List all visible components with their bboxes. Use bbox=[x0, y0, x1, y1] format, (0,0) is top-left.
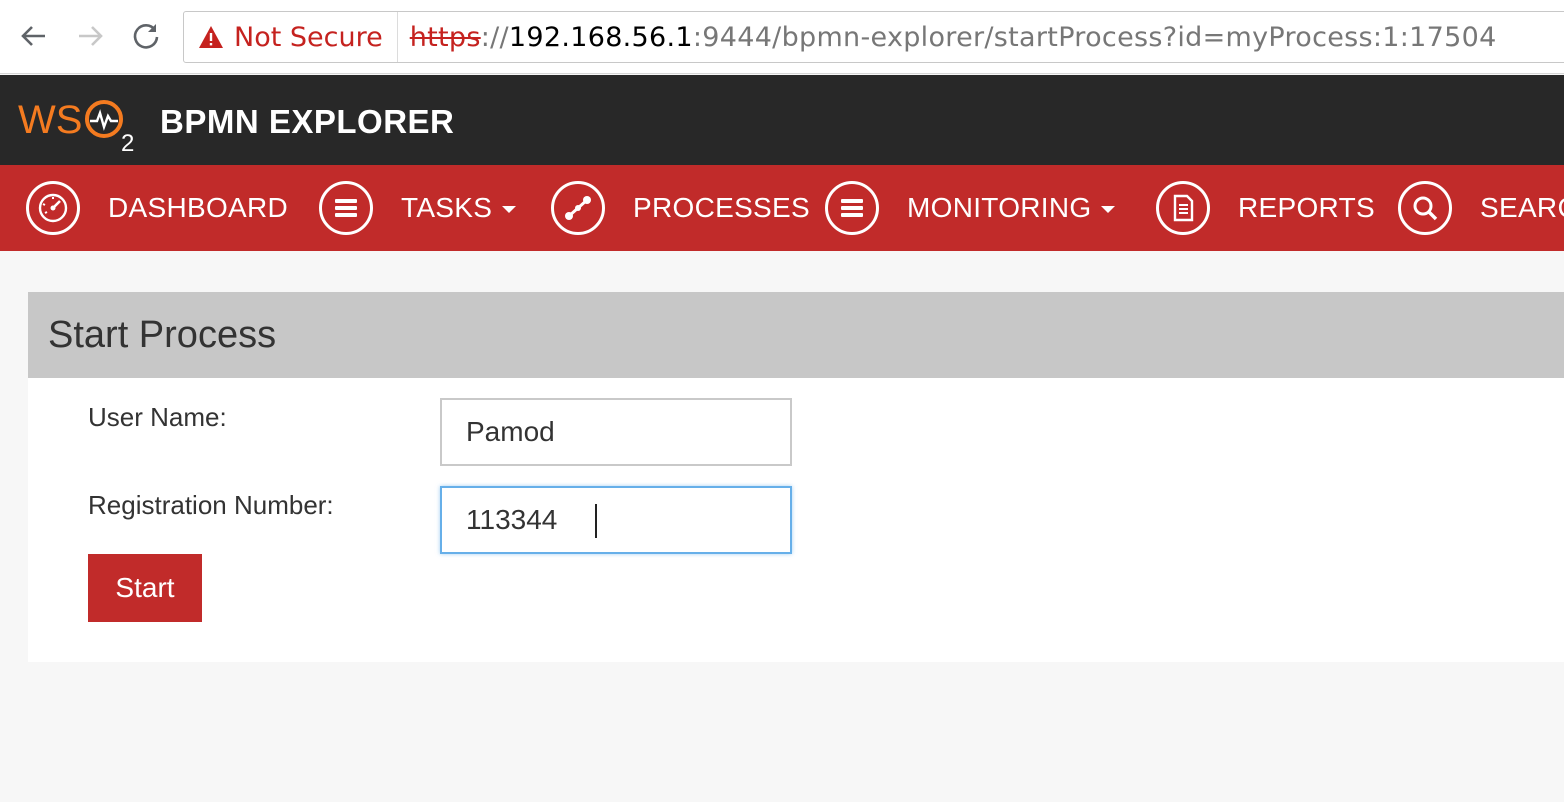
url-scheme: https bbox=[409, 21, 481, 53]
search-icon bbox=[1398, 181, 1452, 235]
start-button[interactable]: Start bbox=[88, 554, 202, 622]
start-process-panel: Start Process User Name: Registration Nu… bbox=[28, 292, 1564, 662]
reload-icon bbox=[133, 24, 159, 49]
panel-heading: Start Process bbox=[28, 292, 1564, 378]
nav-label-search: SEARC bbox=[1480, 192, 1564, 223]
list-icon bbox=[319, 181, 373, 235]
nav-label-monitoring-text: MONITORING bbox=[907, 192, 1092, 223]
process-icon bbox=[551, 181, 605, 235]
nav-label-processes: PROCESSES bbox=[633, 192, 810, 223]
url-text[interactable]: https://192.168.56.1:9444/bpmn-explorer/… bbox=[398, 22, 1497, 53]
registration-number-input[interactable] bbox=[440, 486, 792, 554]
nav-label-dashboard: DASHBOARD bbox=[108, 192, 289, 223]
nav-item-search[interactable]: SEARC bbox=[1398, 165, 1564, 251]
nav-item-tasks[interactable]: TASKS bbox=[319, 165, 517, 251]
url-path: :9444/bpmn-explorer/startProcess?id=myPr… bbox=[692, 21, 1497, 53]
arrow-left-icon bbox=[21, 26, 45, 46]
security-label: Not Secure bbox=[234, 21, 383, 53]
url-host: 192.168.56.1 bbox=[508, 21, 693, 53]
user-name-input[interactable] bbox=[440, 398, 792, 466]
svg-text:WS: WS bbox=[18, 98, 82, 142]
chevron-down-icon bbox=[1101, 206, 1116, 214]
nav-label-reports: REPORTS bbox=[1238, 192, 1375, 223]
forward-button[interactable] bbox=[72, 18, 108, 54]
nav-label-tasks: TASKS bbox=[401, 192, 517, 224]
wso2-logo[interactable]: WS 2 bbox=[18, 89, 143, 155]
security-indicator[interactable]: Not Secure bbox=[184, 12, 398, 62]
list-icon bbox=[825, 181, 879, 235]
browser-toolbar: Not Secure https://192.168.56.1:9444/bpm… bbox=[0, 0, 1564, 74]
document-icon bbox=[1156, 181, 1210, 235]
chevron-down-icon bbox=[502, 206, 517, 214]
text-cursor bbox=[595, 504, 597, 538]
warning-icon bbox=[199, 26, 223, 48]
nav-item-monitoring[interactable]: MONITORING bbox=[825, 165, 1116, 251]
dashboard-gauge-icon bbox=[26, 181, 80, 235]
main-nav: DASHBOARD TASKS PROCESSES MONITORING REP… bbox=[0, 165, 1564, 251]
nav-label-tasks-text: TASKS bbox=[401, 192, 493, 223]
arrow-right-icon bbox=[79, 26, 103, 46]
user-name-label: User Name: bbox=[88, 402, 227, 432]
registration-number-label: Registration Number: bbox=[88, 490, 334, 520]
nav-item-dashboard[interactable]: DASHBOARD bbox=[26, 165, 288, 251]
nav-item-reports[interactable]: REPORTS bbox=[1156, 165, 1375, 251]
back-button[interactable] bbox=[16, 18, 52, 54]
reload-button[interactable] bbox=[128, 18, 164, 54]
nav-label-monitoring: MONITORING bbox=[907, 192, 1116, 224]
url-separator: :// bbox=[480, 21, 509, 53]
app-header: WS 2 BPMN EXPLORER bbox=[0, 75, 1564, 165]
page-title: Start Process bbox=[48, 313, 277, 356]
svg-text:2: 2 bbox=[121, 130, 134, 155]
app-title: BPMN EXPLORER bbox=[160, 103, 455, 140]
address-bar[interactable]: Not Secure https://192.168.56.1:9444/bpm… bbox=[183, 11, 1564, 63]
nav-item-processes[interactable]: PROCESSES bbox=[551, 165, 810, 251]
